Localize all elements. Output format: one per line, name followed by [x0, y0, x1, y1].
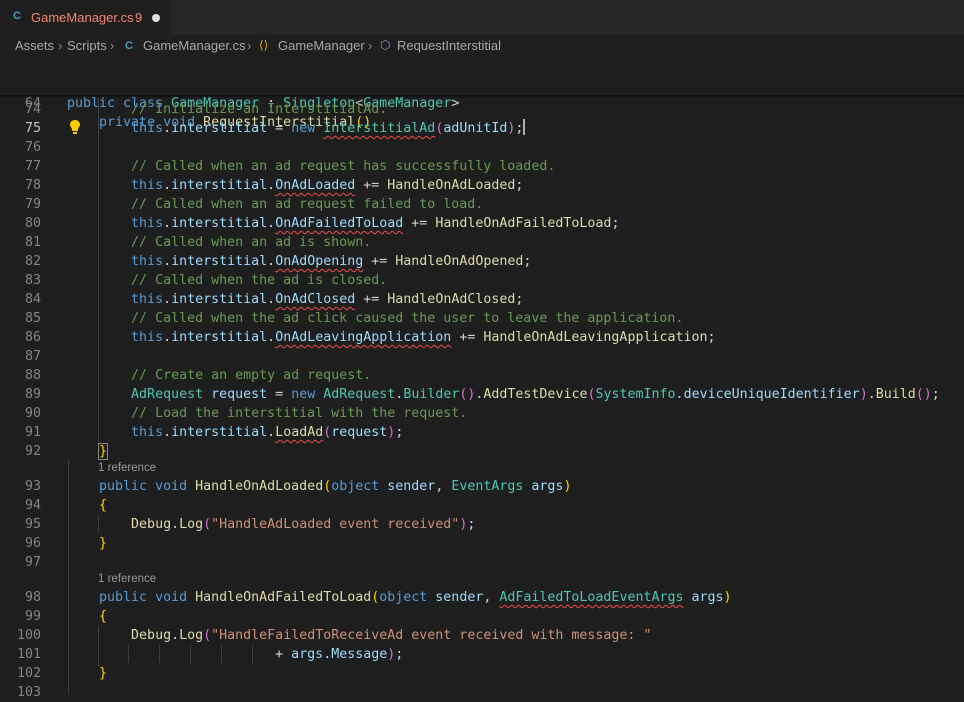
code-line[interactable]: 95 Debug.Log("HandleAdLoaded event recei…: [0, 515, 964, 534]
method-cube-icon: ⬡: [380, 38, 391, 52]
breadcrumb-method[interactable]: RequestInterstitial: [397, 38, 501, 53]
code-line[interactable]: 88 // Create an empty ad request.: [0, 366, 964, 385]
code-line-sticky[interactable]: 64 private void RequestInterstitial(): [0, 75, 964, 130]
code-line[interactable]: 91 this.interstitial.LoadAd(request);: [0, 423, 964, 442]
code-line[interactable]: 92 }: [0, 442, 964, 461]
code-line[interactable]: 79 // Called when an ad request failed t…: [0, 195, 964, 214]
code-line[interactable]: 81 // Called when an ad is shown.: [0, 233, 964, 252]
chevron-right-icon: ›: [110, 38, 115, 53]
code-line[interactable]: 101 + args.Message);: [0, 645, 964, 664]
code-line[interactable]: 102 }: [0, 664, 964, 683]
code-line[interactable]: 80 this.interstitial.OnAdFailedToLoad +=…: [0, 214, 964, 233]
code-line[interactable]: 96 }: [0, 534, 964, 553]
code-line[interactable]: 76: [0, 138, 964, 157]
code-line[interactable]: 82 this.interstitial.OnAdOpening += Hand…: [0, 252, 964, 271]
breadcrumb-file[interactable]: GameManager.cs: [143, 38, 246, 53]
code-line[interactable]: 78 this.interstitial.OnAdLoaded += Handl…: [0, 176, 964, 195]
chevron-right-icon: ›: [58, 38, 63, 53]
code-line[interactable]: 90 // Load the interstitial with the req…: [0, 404, 964, 423]
problem-count-badge: 9: [135, 10, 143, 25]
code-line[interactable]: 85 // Called when the ad click caused th…: [0, 309, 964, 328]
code-line[interactable]: 94 {: [0, 496, 964, 515]
codelens-references[interactable]: 1 reference: [98, 462, 156, 478]
chevron-right-icon: ›: [247, 38, 252, 53]
code-line[interactable]: 84 this.interstitial.OnAdClosed += Handl…: [0, 290, 964, 309]
code-line[interactable]: 77 // Called when an ad request has succ…: [0, 157, 964, 176]
code-line[interactable]: 74 // Initialize an InterstitialAd.: [0, 100, 964, 119]
code-line-sticky[interactable]: 8 public class GameManager : Singleton<G…: [0, 56, 964, 111]
code-line-active[interactable]: 75 this.interstitial = new InterstitialA…: [0, 119, 964, 138]
chevron-right-icon: ›: [368, 38, 373, 53]
code-line[interactable]: 83 // Called when the ad is closed.: [0, 271, 964, 290]
tab-gamemanager[interactable]: C GameManager.cs 9: [0, 0, 170, 35]
code-line[interactable]: 97: [0, 553, 964, 572]
tab-bar: C GameManager.cs 9: [0, 0, 964, 35]
breadcrumb-class[interactable]: GameManager: [278, 38, 365, 53]
code-line[interactable]: 89 AdRequest request = new AdRequest.Bui…: [0, 385, 964, 404]
tab-filename: GameManager.cs: [31, 10, 134, 25]
breadcrumb-scripts[interactable]: Scripts: [67, 38, 107, 53]
code-line[interactable]: 98 public void HandleOnAdFailedToLoad(ob…: [0, 588, 964, 607]
sticky-scroll-shadow: [0, 95, 964, 98]
unsaved-dot-icon[interactable]: [152, 14, 160, 22]
code-line[interactable]: 100 Debug.Log("HandleFailedToReceiveAd e…: [0, 626, 964, 645]
csharp-file-icon: C: [125, 40, 133, 52]
code-line[interactable]: 86 this.interstitial.OnAdLeavingApplicat…: [0, 328, 964, 347]
code-line[interactable]: 99 {: [0, 607, 964, 626]
code-line[interactable]: 93 public void HandleOnAdLoaded(object s…: [0, 477, 964, 496]
text-cursor: [523, 119, 526, 135]
csharp-file-icon: C: [13, 10, 21, 22]
class-symbol-icon: ⟨⟩: [259, 38, 269, 52]
code-line[interactable]: 87: [0, 347, 964, 366]
breadcrumb-assets[interactable]: Assets: [15, 38, 54, 53]
breadcrumb: Assets › Scripts › C GameManager.cs › ⟨⟩…: [0, 35, 964, 57]
codelens-references[interactable]: 1 reference: [98, 573, 156, 589]
